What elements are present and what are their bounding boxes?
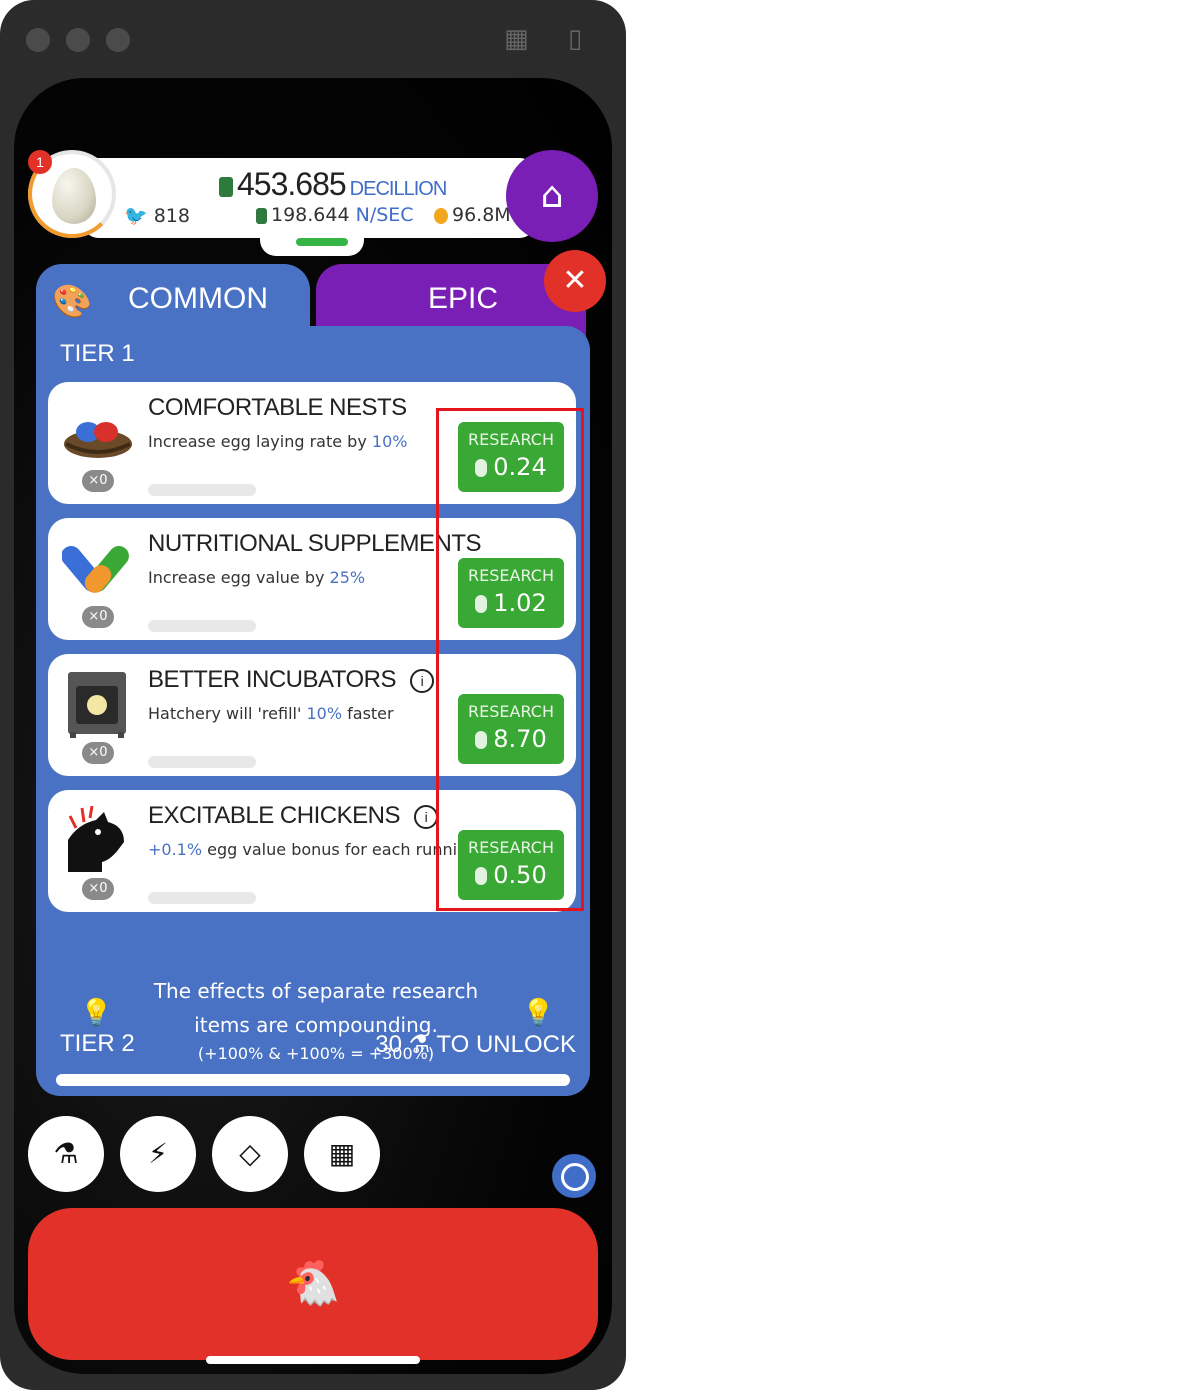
palette-icon: 🎨 [52,282,92,320]
research-title: EXCITABLE CHICKENS i [148,802,438,830]
research-desc: Increase egg value by 25% [148,568,366,587]
shop-button[interactable]: ⌂ [506,150,598,242]
info-icon[interactable]: i [413,804,438,829]
rate-display: 198.644 N/SEC [256,204,414,226]
research-desc: Hatchery will 'refill' 10% faster [148,704,394,723]
chicken-icon: 🐔 [285,1258,341,1309]
hatch-chicken-button[interactable]: 🐔 [28,1208,598,1360]
info-icon[interactable]: i [409,668,434,693]
pill-icon [61,534,134,604]
lightbulb-icon: 💡 [522,998,555,1028]
home-indicator[interactable] [206,1356,420,1364]
artifact-button[interactable]: ◇ [212,1116,288,1192]
money-value: 453.685 [237,166,347,202]
unlock-text: TO UNLOCK [436,1031,576,1058]
tier-2-unlock: 30 ⚗ TO UNLOCK [375,1030,576,1059]
money-display: 453.685 DECILLION [219,166,448,203]
research-count: ×0 [82,742,114,764]
window-controls [26,28,130,52]
notification-badge: 1 [28,150,52,174]
boost-button[interactable]: ⚡ [120,1116,196,1192]
highlight-box [436,408,584,911]
chicken-icon [62,805,134,876]
tier-2-label: TIER 2 [60,1030,135,1057]
unlock-count: 30 [375,1031,402,1058]
status-indicator[interactable] [552,1154,596,1198]
rate-value: 198.644 [271,204,350,226]
tip-line: The effects of separate research items a… [153,979,479,1037]
chicken-icon: 🐦 [124,205,148,227]
minimize-window-dot[interactable] [66,28,90,52]
lightbulb-icon: 💡 [80,998,113,1028]
close-window-dot[interactable] [26,28,50,52]
research-progress [148,484,256,496]
research-progress [148,892,256,904]
research-tab-button[interactable]: ⚗ [28,1116,104,1192]
close-icon: ✕ [562,263,588,298]
chicken-count-value: 818 [153,205,190,227]
menu-button[interactable]: ▦ [304,1116,380,1192]
research-progress [148,620,256,632]
research-title: COMFORTABLE NESTS [148,394,407,421]
research-title: BETTER INCUBATORS i [148,666,434,694]
research-count: ×0 [82,606,114,628]
research-count: ×0 [82,470,114,492]
lightning-icon: ⚡ [148,1137,168,1170]
research-count: ×0 [82,878,114,900]
research-desc: Increase egg laying rate by 10% [148,432,408,451]
money-unit: DECILLION [349,178,448,200]
golden-egg-count: 96.8M [434,204,511,226]
tab-epic-label: EPIC [428,282,499,315]
research-title: NUTRITIONAL SUPPLEMENTS [148,530,482,557]
grid-menu-icon: ▦ [328,1137,356,1170]
tab-common-label: COMMON [128,282,268,315]
rotate-device-icon[interactable]: ▯ [568,24,582,54]
flask-icon: ⚗ [408,1031,431,1058]
research-progress [148,756,256,768]
chicken-count: 🐦 818 [124,204,190,227]
tier-2-progress [56,1074,570,1086]
close-button[interactable]: ✕ [544,250,606,312]
gem-icon: ◇ [239,1137,261,1170]
cash-icon [219,176,233,197]
cash-icon [256,207,267,224]
golden-egg-value: 96.8M [452,204,511,226]
grid-icon[interactable]: ▦ [504,24,529,54]
golden-egg-icon [434,207,448,224]
incubator-icon [62,670,134,740]
nest-icon [62,398,134,468]
flask-icon: ⚗ [53,1137,79,1170]
rate-unit: N/SEC [355,204,414,226]
tier-1-label: TIER 1 [60,340,135,367]
zoom-window-dot[interactable] [106,28,130,52]
shop-icon: ⌂ [540,175,564,216]
hatchery-progress [296,238,348,246]
